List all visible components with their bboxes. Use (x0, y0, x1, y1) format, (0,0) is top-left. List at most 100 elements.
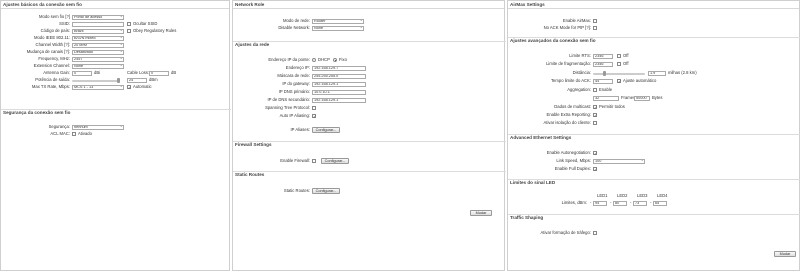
no-ack-checkbox[interactable] (593, 26, 597, 30)
network-panel: Network Role Modo de rede: Router Disabl… (232, 0, 506, 271)
traffic-shaping-checkbox[interactable] (593, 231, 597, 235)
network-mode-label: Modo de rede: (282, 18, 310, 23)
rts-off-checkbox[interactable] (617, 54, 621, 58)
multicast-label: Dados de multicast: (554, 104, 591, 109)
client-isolation-checkbox[interactable] (593, 121, 597, 125)
stp-checkbox[interactable] (312, 106, 316, 110)
advanced-panel: AirMax Settings Enable AirMax: No ACK Mo… (507, 0, 800, 271)
secondary-dns-input[interactable]: 192.168.129.1 (312, 97, 366, 103)
output-power-slider[interactable] (72, 79, 120, 82)
led3-minus: - (630, 200, 632, 205)
multicast-checkbox[interactable] (593, 105, 597, 110)
ack-auto-checkbox[interactable] (617, 79, 621, 84)
ack-auto-label: Ajuste automático (623, 78, 657, 83)
max-tx-rate-select[interactable]: MCS 1 - 13 (72, 84, 124, 90)
wireless-mode-label: Modo sem fio [?] (39, 14, 70, 19)
firewall-configure-button[interactable]: Configurar... (321, 158, 349, 164)
cable-loss-input[interactable]: 0 (149, 70, 169, 76)
led3-input[interactable]: 73 (633, 200, 647, 206)
output-power-input[interactable]: 24 (127, 77, 147, 83)
advanced-save-button[interactable]: Mudar (774, 251, 796, 257)
autonegotiation-checkbox[interactable] (593, 151, 597, 156)
network-role-title: Network Role (233, 1, 504, 9)
netmask-input[interactable]: 255.255.255.0 (312, 73, 366, 79)
ack-timeout-input[interactable]: 44 (593, 78, 613, 84)
country-select[interactable]: Brazil (72, 28, 124, 34)
extension-channel-select[interactable]: None (72, 63, 124, 69)
extra-reporting-checkbox[interactable] (593, 113, 597, 118)
no-ack-label: No ACK Mode for PtP [?]: (543, 25, 591, 30)
cable-loss-unit: dB (171, 70, 177, 75)
distance-input[interactable]: 1.9 (648, 70, 666, 76)
led2-input[interactable]: 80 (613, 200, 627, 206)
ieee-mode-label: Modo IEEE 802.11: (33, 35, 70, 40)
channel-width-select[interactable]: 20 MHz (72, 42, 124, 48)
channel-change-select[interactable]: Desativado (72, 49, 124, 55)
led4-minus: - (650, 200, 652, 205)
ip-address-label: Endereço IP: (285, 65, 310, 70)
aggregation-bytes-input[interactable]: 50000 (634, 95, 650, 101)
ip-aliases-configure-button[interactable]: Configurar... (312, 127, 340, 133)
netmask-label: Máscara de rede: (277, 73, 310, 78)
led2-header: LED2 (617, 193, 628, 198)
fragmentation-off-checkbox[interactable] (617, 62, 621, 66)
ip-address-input[interactable]: 192.168.129.7 (312, 65, 366, 71)
rts-threshold-input[interactable]: 2346 (593, 53, 613, 59)
aggregation-enable-checkbox[interactable] (593, 88, 597, 92)
frequency-select[interactable]: 2457 (72, 56, 124, 62)
hide-ssid-checkbox[interactable] (127, 22, 131, 26)
security-label: Segurança: (48, 124, 70, 129)
firewall-divider (233, 141, 506, 142)
primary-dns-input[interactable]: 10.0.10.1 (312, 89, 366, 95)
fixed-ip-radio[interactable] (333, 58, 337, 62)
security-select[interactable]: nenhum (72, 124, 124, 130)
cable-loss-label: Cable Loss: (127, 70, 150, 75)
link-speed-select[interactable]: 100 (593, 158, 645, 164)
client-isolation-label: Ativar isolação do cliente: (543, 120, 591, 125)
antenna-gain-unit: dBi (94, 70, 101, 75)
dhcp-radio-label: DHCP (318, 57, 330, 62)
ieee-mode-select[interactable]: B/G/N mixed (72, 35, 124, 41)
distance-slider-knob[interactable] (603, 71, 606, 76)
channel-change-label: Mudança de canais [?]: (26, 49, 70, 54)
fragmentation-label: Limite de fragmentação: (546, 61, 591, 66)
led3-header: LED3 (637, 193, 648, 198)
dhcp-radio[interactable] (312, 58, 316, 62)
secondary-dns-label: IP de DNS secundário: (267, 97, 310, 102)
multicast-check-label: Permitir todos (599, 104, 625, 109)
ssid-input[interactable] (72, 21, 124, 27)
gateway-input[interactable]: 192.168.129.1 (312, 81, 366, 87)
distance-unit: milhas (2.8 km) (668, 70, 697, 75)
acl-mac-checkbox[interactable] (72, 132, 76, 136)
led1-input[interactable]: 94 (593, 200, 607, 206)
automatic-rate-checkbox[interactable] (127, 85, 131, 90)
acl-mac-check-label: Ativado (78, 131, 92, 136)
distance-slider[interactable] (593, 72, 645, 75)
antenna-gain-input[interactable]: 0 (72, 70, 92, 76)
obey-regulatory-checkbox[interactable] (127, 29, 131, 33)
led1-minus: - (590, 200, 592, 205)
enable-airmax-checkbox[interactable] (593, 19, 597, 23)
channel-width-label: Channel Width [?]: (35, 42, 70, 47)
traffic-shaping-title: Traffic Shaping (510, 215, 544, 220)
full-duplex-checkbox[interactable] (593, 167, 597, 172)
output-power-slider-knob[interactable] (117, 78, 120, 83)
network-settings-title: Ajustes da rede (235, 42, 270, 47)
wireless-mode-select[interactable]: Ponto de acesso (72, 14, 124, 20)
static-routes-label: Static Routes: (283, 188, 310, 193)
enable-firewall-checkbox[interactable] (312, 159, 316, 163)
auto-ip-aliasing-checkbox[interactable] (312, 114, 316, 119)
country-label: Código de país: (40, 28, 70, 33)
hide-ssid-label: Ocultar SSID (133, 21, 158, 26)
fragmentation-input[interactable]: 2346 (593, 61, 613, 67)
stp-label: Spanning Tree Protocol: (265, 105, 310, 110)
network-save-button[interactable]: Mudar (470, 210, 492, 216)
aggregation-frames-input[interactable]: 32 (593, 95, 619, 101)
airmax-title: AirMax Settings (508, 1, 799, 9)
disable-network-select[interactable]: None (312, 25, 364, 31)
ip-aliases-label: IP Aliases: (290, 127, 310, 132)
network-mode-select[interactable]: Router (312, 18, 364, 24)
led4-input[interactable]: 65 (653, 200, 667, 206)
static-routes-configure-button[interactable]: Configurar... (312, 188, 340, 194)
acl-mac-label: ACL MAC: (50, 131, 70, 136)
